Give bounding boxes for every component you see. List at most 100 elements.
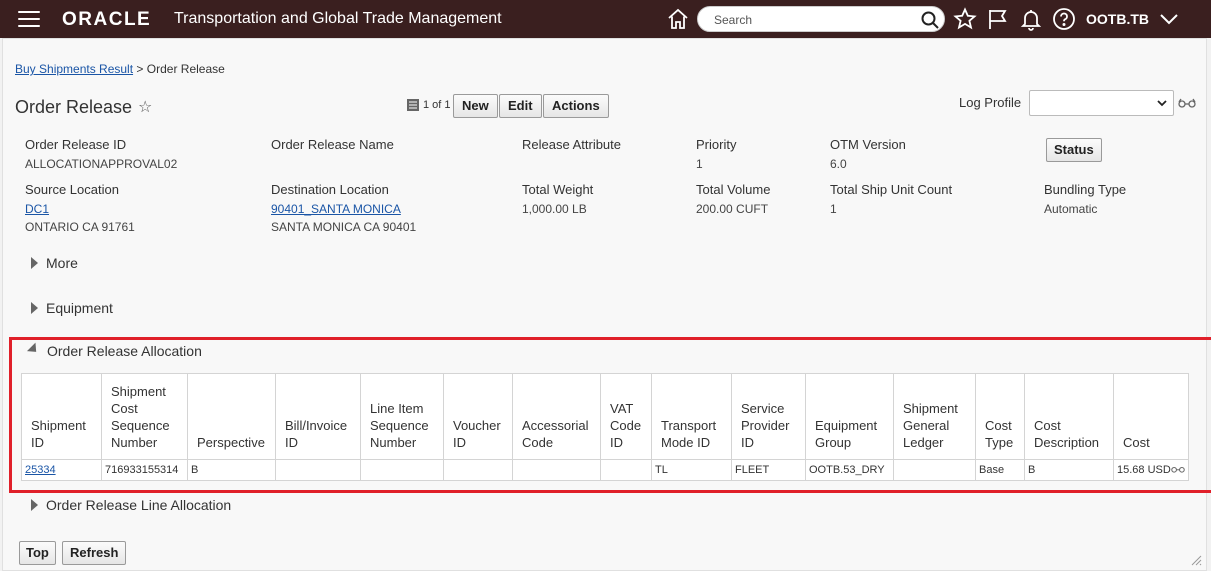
cell-text: FLEET <box>735 464 770 476</box>
table-cell: FLEET <box>731 459 806 481</box>
release-attribute-label: Release Attribute <box>522 137 622 152</box>
table-cell <box>275 459 361 481</box>
column-header-text: VAT <box>610 401 634 416</box>
column-header[interactable]: Cost <box>1113 373 1189 460</box>
column-header[interactable]: Cost Description <box>1024 373 1114 460</box>
column-header[interactable]: Line Item Sequence Number <box>360 373 444 460</box>
section-equipment-label: Equipment <box>46 300 113 316</box>
status-button[interactable]: Status <box>1046 138 1102 162</box>
breadcrumb-link-buy-shipments-result[interactable]: Buy Shipments Result <box>15 62 133 76</box>
table-cell <box>443 459 513 481</box>
column-header[interactable]: Cost Type <box>975 373 1025 460</box>
user-name[interactable]: OOTB.TB <box>1086 11 1149 27</box>
column-header-text: Type <box>985 435 1014 450</box>
glasses-icon[interactable] <box>1178 98 1196 108</box>
actions-button[interactable]: Actions <box>543 94 609 118</box>
app-title: Transportation and Global Trade Manageme… <box>174 10 502 27</box>
otm-version-label: OTM Version <box>830 137 906 152</box>
page-content: Buy Shipments Result > Order Release Ord… <box>2 38 1211 571</box>
shipment-id-link[interactable]: 25334 <box>25 464 56 476</box>
priority-value: 1 <box>696 157 703 171</box>
table-row: 25334 716933155314 B TL FLEET OOTB.53_DRY Base… <box>21 459 1189 481</box>
search-icon[interactable] <box>920 10 940 30</box>
column-header[interactable]: Shipment General Ledger <box>893 373 976 460</box>
search-box <box>697 6 945 32</box>
cell-text: B <box>191 464 199 476</box>
order-release-id-label: Order Release ID <box>25 137 127 152</box>
expand-arrow-icon <box>31 499 38 511</box>
resize-grip-icon[interactable] <box>1190 554 1202 566</box>
table-cell <box>360 459 444 481</box>
table-cell: 25334 <box>21 459 102 481</box>
cell-text: OOTB.53_DRY <box>809 464 885 476</box>
column-header-text: Sequence <box>370 418 429 433</box>
source-location-address: ONTARIO CA 91761 <box>25 220 135 234</box>
column-header[interactable]: Transport Mode ID <box>651 373 732 460</box>
bundling-type-label: Bundling Type <box>1044 182 1127 197</box>
glasses-icon[interactable] <box>1171 465 1185 473</box>
column-header[interactable]: Perspective <box>187 373 276 460</box>
notifications-bell-icon[interactable] <box>1019 7 1043 31</box>
cell-text: 716933155314 <box>105 464 179 476</box>
edit-button[interactable]: Edit <box>499 94 542 118</box>
column-header-text: Accessorial <box>522 418 589 433</box>
destination-location-link[interactable]: 90401_SANTA MONICA <box>271 202 401 216</box>
cell-text: TL <box>655 464 668 476</box>
oracle-logo: ORACLE <box>62 9 152 30</box>
column-header[interactable]: Shipment ID <box>21 373 102 460</box>
cell-text: B <box>1028 464 1036 476</box>
search-input[interactable] <box>712 11 912 29</box>
column-header-text: Number <box>370 435 417 450</box>
destination-location-label: Destination Location <box>271 182 389 197</box>
column-header[interactable]: Accessorial Code <box>512 373 601 460</box>
column-header-text: Perspective <box>197 435 265 450</box>
column-header-text: Line Item <box>370 401 424 416</box>
help-icon[interactable] <box>1052 7 1076 31</box>
column-header[interactable]: Shipment Cost Sequence Number <box>101 373 188 460</box>
chevron-down-icon[interactable] <box>1158 9 1180 29</box>
column-header[interactable]: Equipment Group <box>805 373 894 460</box>
column-header-text: ID <box>285 435 298 450</box>
section-more-label: More <box>46 255 78 271</box>
column-header-text: Code <box>522 435 554 450</box>
pager-count: 1 of 1 <box>423 99 451 111</box>
source-location-label: Source Location <box>25 182 119 197</box>
order-release-id-value: ALLOCATIONAPPROVAL02 <box>25 157 178 171</box>
chevron-down-icon <box>1157 100 1167 107</box>
section-equipment[interactable]: Equipment <box>31 300 113 316</box>
table-cell <box>512 459 601 481</box>
column-header-text: General <box>903 418 950 433</box>
home-icon[interactable] <box>666 7 690 31</box>
table-cell: OOTB.53_DRY <box>805 459 894 481</box>
table-cell: B <box>1024 459 1114 481</box>
column-header[interactable]: Bill/Invoice ID <box>275 373 361 460</box>
cell-text: 15.68 USD <box>1117 464 1171 476</box>
section-order-release-allocation[interactable]: Order Release Allocation <box>26 342 202 359</box>
log-profile-select[interactable] <box>1029 90 1174 116</box>
top-button[interactable]: Top <box>19 541 56 565</box>
favorites-star-icon[interactable] <box>953 7 977 31</box>
table-cell: B <box>187 459 276 481</box>
column-header[interactable]: Service Provider ID <box>731 373 806 460</box>
new-button[interactable]: New <box>453 94 498 118</box>
column-header[interactable]: Voucher ID <box>443 373 513 460</box>
menu-icon[interactable] <box>18 11 40 27</box>
flag-icon[interactable] <box>986 7 1010 31</box>
breadcrumb-current: Order Release <box>146 62 225 76</box>
top-navigation-bar: ORACLE Transportation and Global Trade M… <box>0 0 1211 38</box>
total-volume-value: 200.00 CUFT <box>696 202 769 216</box>
column-header-text: Group <box>815 435 852 450</box>
column-header-text: ID <box>453 435 466 450</box>
column-header-text: Cost <box>1123 435 1150 450</box>
column-header-text: Service <box>741 401 785 416</box>
favorite-star-icon[interactable]: ☆ <box>138 97 152 117</box>
column-header[interactable]: VAT Code ID <box>600 373 652 460</box>
refresh-button[interactable]: Refresh <box>62 541 127 565</box>
section-more[interactable]: More <box>31 255 78 271</box>
log-profile-label: Log Profile <box>959 95 1022 110</box>
table-cell: 716933155314 <box>101 459 188 481</box>
table-cell: 15.68 USD <box>1113 459 1189 481</box>
source-location-link[interactable]: DC1 <box>25 202 49 216</box>
column-header-text: Ledger <box>903 435 944 450</box>
section-order-release-line-allocation[interactable]: Order Release Line Allocation <box>31 497 231 513</box>
